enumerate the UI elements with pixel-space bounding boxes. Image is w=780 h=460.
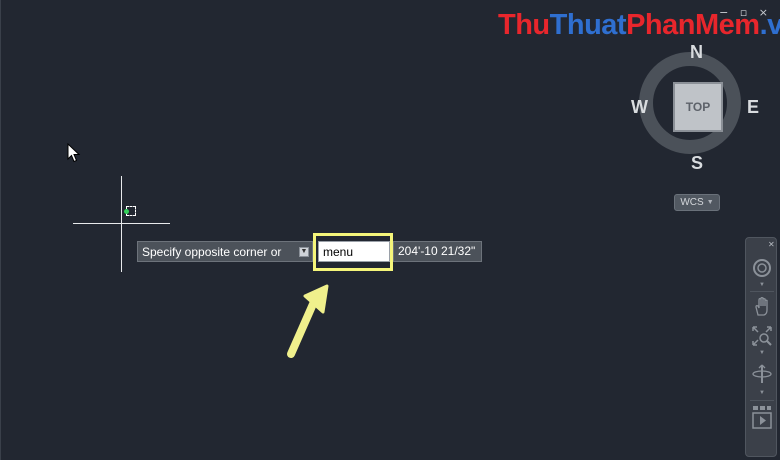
pan-hand-icon[interactable] [750, 295, 774, 319]
navigation-bar: ✕ ▼ ▼ ▼ [745, 237, 777, 457]
mouse-cursor-icon [67, 143, 81, 163]
chevron-down-icon[interactable]: ▼ [759, 390, 765, 396]
watermark-part: .vn [759, 9, 780, 41]
crosshair-vertical [121, 176, 122, 272]
chevron-down-icon[interactable]: ▼ [759, 350, 765, 356]
steering-wheel-icon[interactable] [750, 256, 774, 280]
orbit-icon[interactable] [750, 362, 774, 386]
chevron-down-icon: ▼ [706, 199, 714, 206]
snap-marker [124, 209, 129, 214]
coordinate-readout: 204'-10 21/32" [393, 241, 482, 262]
viewcube-top-face[interactable]: TOP [673, 82, 723, 132]
divider [750, 291, 774, 292]
watermark-part: PhanMem [626, 9, 760, 41]
watermark-part: Thuat [549, 9, 627, 41]
showmotion-icon[interactable] [750, 406, 774, 430]
wcs-menu-button[interactable]: WCS ▼ [674, 194, 720, 211]
compass-south[interactable]: S [691, 153, 703, 174]
options-dropdown-icon[interactable]: ▼ [299, 247, 309, 257]
zoom-extents-icon[interactable] [750, 324, 774, 348]
compass-north[interactable]: N [690, 42, 703, 63]
chevron-down-icon[interactable]: ▼ [759, 282, 765, 288]
drawing-canvas[interactable]: − ▫ × ThuThuatPhanMem.vn N S W E TOP WCS… [0, 0, 780, 460]
prompt-text: Specify opposite corner or [142, 245, 282, 259]
command-input-field[interactable] [318, 241, 390, 262]
watermark-part: Thu [498, 9, 550, 41]
wcs-label: WCS [680, 197, 704, 208]
compass-west[interactable]: W [631, 97, 648, 118]
divider [750, 400, 774, 401]
viewcube[interactable]: N S W E TOP [631, 40, 766, 175]
callout-arrow-icon [287, 284, 329, 358]
close-icon[interactable]: ✕ [768, 240, 775, 249]
compass-east[interactable]: E [747, 97, 759, 118]
watermark-logo: ThuThuatPhanMem.vn [498, 9, 780, 42]
dynamic-input-prompt: Specify opposite corner or ▼ [137, 241, 313, 262]
